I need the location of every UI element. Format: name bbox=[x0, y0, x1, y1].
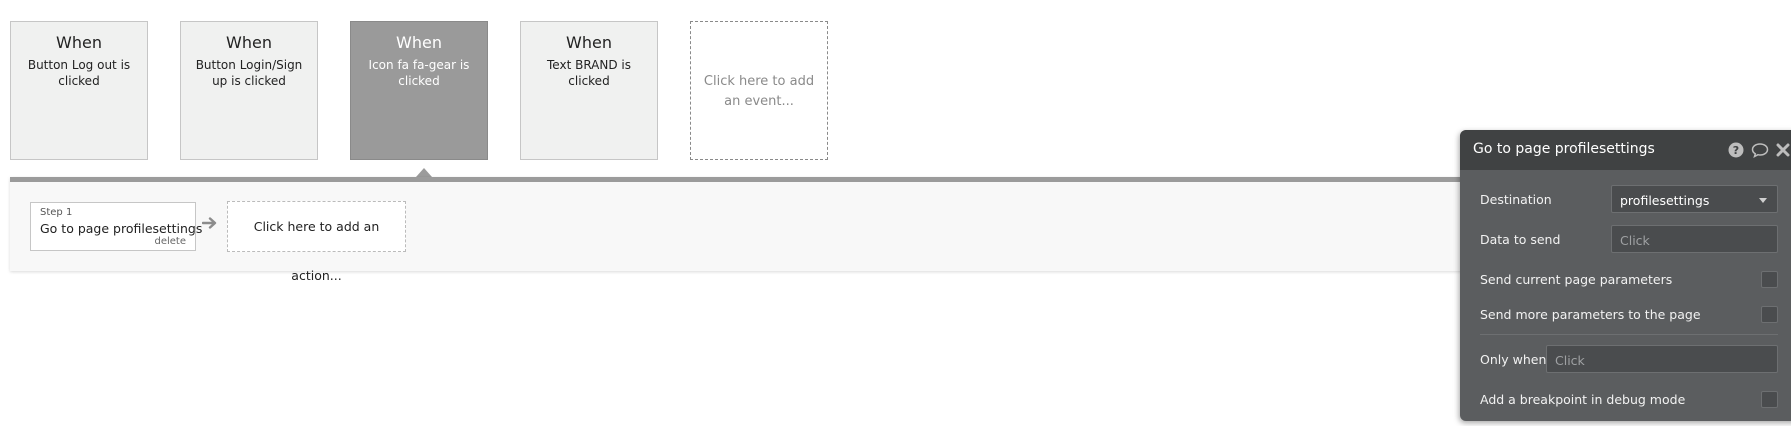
step-delete-button[interactable]: delete bbox=[154, 236, 186, 247]
only-when-input[interactable]: Click bbox=[1546, 345, 1778, 373]
step-card[interactable]: Step 1 Go to page profilesettings delete bbox=[30, 202, 202, 251]
add-event-label: Click here to add an event... bbox=[703, 74, 815, 109]
event-description: Icon fa fa-gear is clicked bbox=[368, 58, 470, 88]
send-current-params-checkbox[interactable] bbox=[1761, 271, 1778, 288]
destination-label: Destination bbox=[1480, 192, 1552, 207]
send-more-params-label: Send more parameters to the page bbox=[1480, 307, 1701, 322]
event-card-login-signup[interactable]: When Button Login/Sign up is clicked bbox=[180, 21, 318, 160]
send-more-params-checkbox[interactable] bbox=[1761, 306, 1778, 323]
destination-dropdown[interactable]: profilesettings bbox=[1611, 185, 1778, 213]
destination-value: profilesettings bbox=[1620, 193, 1710, 208]
event-card-gear-icon[interactable]: When Icon fa fa-gear is clicked bbox=[350, 21, 488, 160]
event-description: Text BRAND is clicked bbox=[547, 58, 631, 88]
data-to-send-label: Data to send bbox=[1480, 232, 1561, 247]
selected-event-pointer bbox=[416, 168, 432, 177]
event-when-label: When bbox=[566, 33, 612, 52]
step-number-label: Step 1 bbox=[40, 207, 73, 218]
breakpoint-label: Add a breakpoint in debug mode bbox=[1480, 392, 1686, 407]
close-icon[interactable] bbox=[1776, 142, 1790, 162]
event-when-label: When bbox=[56, 33, 102, 52]
event-card-text-brand[interactable]: When Text BRAND is clicked bbox=[520, 21, 658, 160]
panel-title: Go to page profilesettings bbox=[1473, 141, 1655, 157]
help-icon[interactable]: ? bbox=[1728, 142, 1744, 162]
step-title: Go to page profilesettings bbox=[40, 221, 203, 236]
action-properties-panel: Go to page profilesettings ? Destination… bbox=[1460, 130, 1791, 421]
event-when-label: When bbox=[396, 33, 442, 52]
add-event-button[interactable]: Click here to add an event... bbox=[690, 21, 828, 160]
event-card-log-out[interactable]: When Button Log out is clicked bbox=[10, 21, 148, 160]
event-description: Button Login/Sign up is clicked bbox=[195, 58, 303, 88]
add-action-button[interactable]: Click here to add an action... bbox=[227, 201, 406, 283]
breakpoint-checkbox[interactable] bbox=[1761, 391, 1778, 408]
arrow-right-icon bbox=[201, 215, 218, 234]
event-when-label: When bbox=[226, 33, 272, 52]
comment-icon[interactable] bbox=[1751, 142, 1769, 162]
send-current-params-label: Send current page parameters bbox=[1480, 272, 1673, 287]
only-when-label: Only when bbox=[1480, 352, 1547, 367]
panel-divider bbox=[1480, 334, 1778, 335]
event-description: Button Log out is clicked bbox=[27, 58, 131, 88]
panel-header[interactable]: Go to page profilesettings ? bbox=[1460, 130, 1791, 170]
svg-text:?: ? bbox=[1733, 144, 1739, 157]
data-to-send-input[interactable]: Click bbox=[1611, 225, 1778, 253]
chevron-down-icon bbox=[1759, 198, 1767, 203]
workflow-action-bar: Step 1 Go to page profilesettings delete… bbox=[10, 177, 1520, 283]
